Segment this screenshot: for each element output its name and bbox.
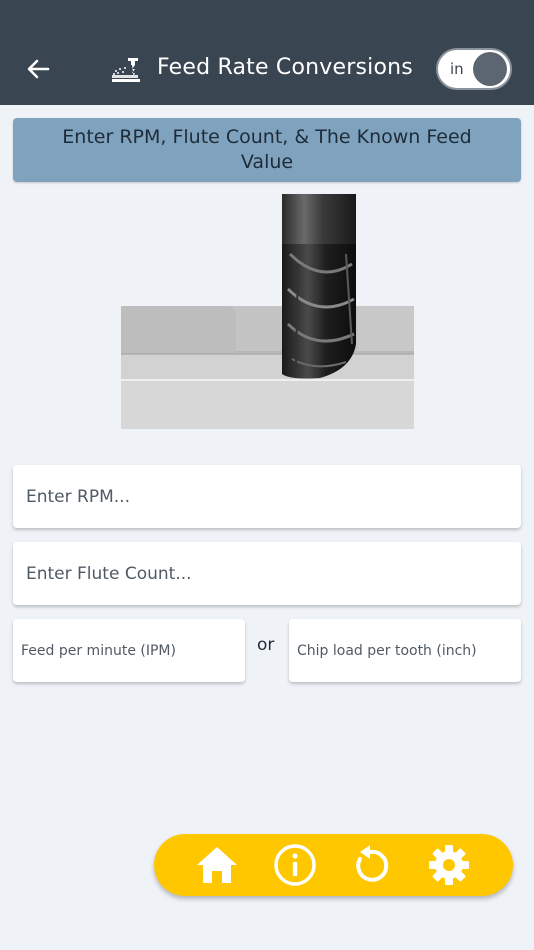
reset-button[interactable]: [348, 842, 394, 888]
bottom-nav-bar: [154, 834, 513, 896]
info-icon: [274, 844, 316, 886]
feed-per-minute-input[interactable]: [13, 619, 245, 682]
milling-machine-icon: [112, 58, 140, 82]
rpm-field[interactable]: [13, 465, 521, 528]
page-title: Feed Rate Conversions: [157, 55, 413, 80]
arrow-left-icon: [27, 59, 50, 79]
feed-per-minute-field[interactable]: [13, 619, 245, 682]
home-button[interactable]: [194, 842, 240, 888]
toggle-knob: [473, 52, 507, 86]
home-icon: [197, 847, 237, 883]
app-header: Feed Rate Conversions in: [0, 0, 534, 105]
unit-toggle[interactable]: in: [436, 48, 512, 90]
chip-load-input[interactable]: [289, 619, 521, 682]
settings-button[interactable]: [426, 842, 472, 888]
unit-toggle-label: in: [450, 60, 464, 78]
flute-count-field[interactable]: [13, 542, 521, 605]
info-button[interactable]: [272, 842, 318, 888]
back-button[interactable]: [22, 54, 54, 84]
instruction-text: Enter RPM, Flute Count, & The Known Feed…: [62, 126, 472, 173]
or-label: or: [257, 635, 275, 655]
end-mill-cutting-icon: [121, 194, 414, 429]
settings-gear-icon: [429, 845, 469, 885]
chip-load-field[interactable]: [289, 619, 521, 682]
instruction-banner: Enter RPM, Flute Count, & The Known Feed…: [13, 118, 521, 182]
reset-icon: [356, 845, 389, 882]
flute-count-input[interactable]: [13, 542, 521, 605]
rpm-input[interactable]: [13, 465, 521, 528]
